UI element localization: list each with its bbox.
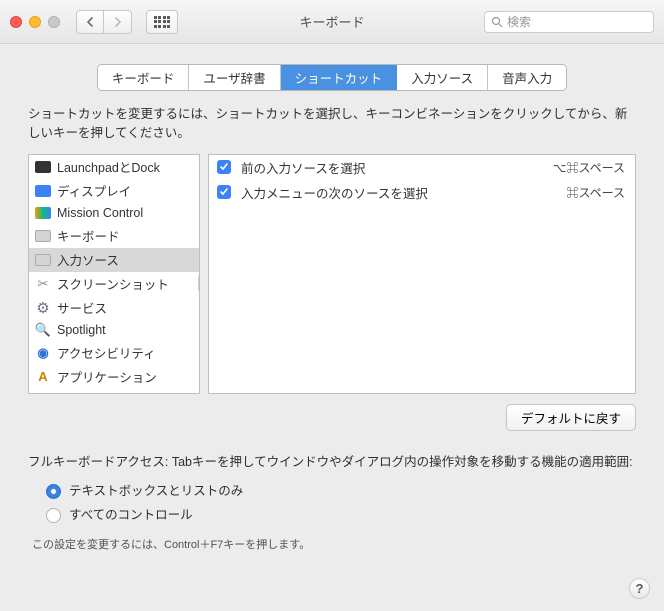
- shortcut-keys: ⌥⌘スペース: [553, 159, 625, 176]
- category-icon: [35, 159, 51, 175]
- categories-pane: LaunchpadとDock ディスプレイ Mission Control キーボード…: [28, 154, 200, 394]
- shortcut-keys: ⌘スペース: [566, 184, 625, 201]
- keyboard-access-hint: この設定を変更するには、Control＋F7キーを押します。: [28, 537, 636, 554]
- tab-2[interactable]: ショートカット: [281, 65, 398, 90]
- category-icon: ⚙: [35, 300, 51, 316]
- category-icon: 🔍: [35, 322, 51, 338]
- category-item[interactable]: ディスプレイ: [29, 179, 199, 203]
- radio-label: テキストボックスとリストのみ: [69, 482, 243, 501]
- category-label: アプリケーション: [57, 367, 157, 386]
- restore-defaults-button[interactable]: デフォルトに戻す: [506, 404, 636, 431]
- radio-option[interactable]: すべてのコントロール: [28, 504, 636, 527]
- radio-icon: [46, 484, 61, 499]
- show-all-button[interactable]: [146, 10, 178, 34]
- search-icon: [491, 16, 503, 28]
- grid-icon: [154, 16, 171, 28]
- radio-icon: [46, 508, 61, 523]
- shortcut-label: 入力メニューの次のソースを選択: [241, 183, 556, 202]
- category-label: キーボード: [57, 226, 120, 245]
- category-item[interactable]: ✂︎ スクリーンショット: [29, 272, 199, 296]
- category-item[interactable]: ⚙ サービス: [29, 296, 199, 320]
- zoom-icon: [48, 16, 60, 28]
- category-label: アクセシビリティ: [57, 343, 156, 362]
- category-item[interactable]: 入力ソース: [29, 248, 199, 272]
- shortcut-row[interactable]: 前の入力ソースを選択 ⌥⌘スペース: [209, 155, 635, 180]
- category-label: スクリーンショット: [57, 274, 169, 293]
- category-label: サービス: [57, 298, 107, 317]
- category-item[interactable]: 🔍 Spotlight: [29, 320, 199, 341]
- forward-button[interactable]: [104, 10, 132, 34]
- checkbox[interactable]: [217, 160, 231, 174]
- tab-4[interactable]: 音声入力: [488, 65, 566, 90]
- tab-0[interactable]: キーボード: [98, 65, 190, 90]
- tab-3[interactable]: 入力ソース: [397, 65, 488, 90]
- category-icon: ✂︎: [35, 276, 51, 292]
- instruction-text: ショートカットを変更するには、ショートカットを選択し、キーコンビネーションをクリ…: [28, 105, 636, 144]
- keyboard-access-label: フルキーボードアクセス: Tabキーを押してウインドウやダイアログ内の操作対象を…: [28, 453, 636, 472]
- shortcut-row[interactable]: 入力メニューの次のソースを選択 ⌘スペース: [209, 180, 635, 205]
- category-label: ディスプレイ: [57, 181, 131, 200]
- category-label: LaunchpadとDock: [57, 157, 160, 176]
- nav-buttons: [76, 10, 132, 34]
- titlebar: キーボード 検索: [0, 0, 664, 44]
- tab-1[interactable]: ユーザ辞書: [189, 65, 280, 90]
- category-item[interactable]: LaunchpadとDock: [29, 155, 199, 179]
- checkbox[interactable]: [217, 185, 231, 199]
- window-controls: [10, 16, 60, 28]
- category-icon: [35, 183, 51, 199]
- category-label: Mission Control: [57, 206, 143, 220]
- category-icon: [35, 205, 51, 221]
- shortcut-label: 前の入力ソースを選択: [241, 158, 543, 177]
- radio-label: すべてのコントロール: [69, 506, 193, 525]
- category-label: 入力ソース: [57, 250, 119, 269]
- category-icon: [35, 228, 51, 244]
- window-title: キーボード: [299, 12, 364, 31]
- category-label: Spotlight: [57, 323, 106, 337]
- shortcuts-pane: 前の入力ソースを選択 ⌥⌘スペース入力メニューの次のソースを選択 ⌘スペース: [208, 154, 636, 394]
- radio-option[interactable]: テキストボックスとリストのみ: [28, 480, 636, 503]
- search-placeholder: 検索: [507, 13, 531, 30]
- minimize-icon[interactable]: [29, 16, 41, 28]
- search-field[interactable]: 検索: [484, 11, 654, 33]
- help-button[interactable]: ?: [629, 578, 650, 599]
- category-icon: [35, 252, 51, 268]
- category-item[interactable]: Mission Control: [29, 203, 199, 224]
- category-item[interactable]: ◉ アクセシビリティ: [29, 341, 199, 365]
- category-item[interactable]: キーボード: [29, 224, 199, 248]
- close-icon[interactable]: [10, 16, 22, 28]
- back-button[interactable]: [76, 10, 104, 34]
- tabs: キーボードユーザ辞書ショートカット入力ソース音声入力: [97, 64, 567, 91]
- category-icon: A: [35, 369, 51, 385]
- category-icon: ◉: [35, 345, 51, 361]
- scrollbar[interactable]: [198, 274, 200, 292]
- category-item[interactable]: A アプリケーション: [29, 365, 199, 389]
